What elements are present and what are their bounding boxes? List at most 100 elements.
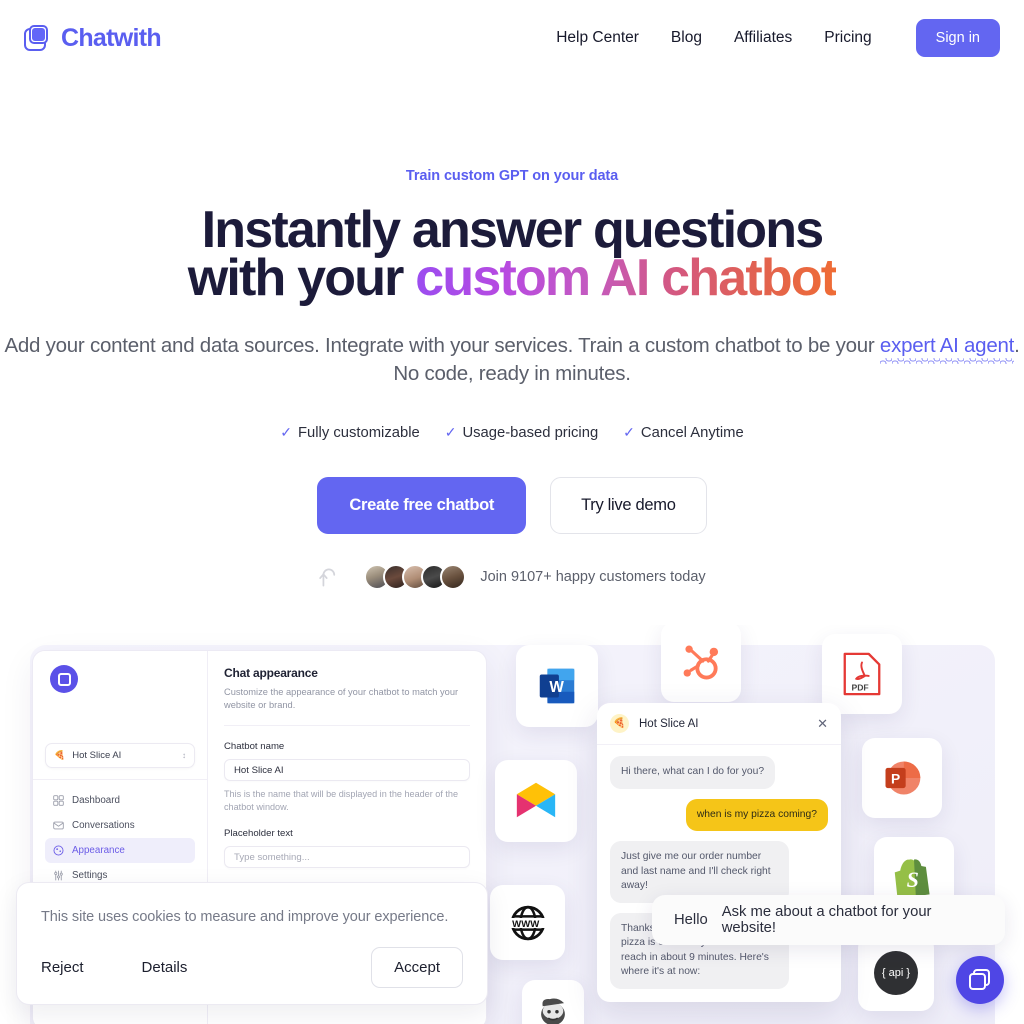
word-integration-tile[interactable]: W	[516, 645, 598, 727]
chatbot-name-help: This is the name that will be displayed …	[224, 789, 459, 812]
chat-launcher-icon[interactable]	[956, 956, 1004, 1004]
close-icon[interactable]: ✕	[817, 717, 828, 730]
chat-widget-title: Hot Slice AI	[639, 717, 699, 730]
grid-icon	[53, 795, 64, 806]
chatbot-name-input[interactable]: Hot Slice AI	[224, 759, 470, 781]
chat-widget-header: 🍕 Hot Slice AI ✕	[597, 703, 841, 745]
cookie-banner: This site uses cookies to measure and im…	[16, 882, 488, 1005]
chatbot-selector[interactable]: 🍕 Hot Slice AI ↕	[45, 743, 195, 768]
check-icon: ✓	[280, 424, 292, 440]
cookie-banner-actions: Reject Details Accept	[41, 947, 463, 988]
greeting-text: Hello	[674, 912, 708, 928]
app-logo-icon	[50, 665, 78, 693]
hero-subtitle: Add your content and data sources. Integ…	[0, 332, 1024, 388]
google-drive-icon	[516, 782, 556, 818]
chatbot-name-label: Chatbot name	[224, 741, 285, 752]
pdf-integration-tile[interactable]: PDF	[822, 634, 902, 714]
cookie-accept-button[interactable]: Accept	[371, 947, 463, 988]
website-integration-tile[interactable]: WWW	[490, 885, 565, 960]
svg-text:WWW: WWW	[512, 919, 540, 930]
sidebar-item-conversations[interactable]: Conversations	[45, 813, 195, 838]
nav-item-affiliates[interactable]: Affiliates	[718, 29, 808, 47]
headline-line-2-plain: with your	[187, 249, 416, 307]
placeholder-text-label: Placeholder text	[224, 828, 293, 839]
feature-label: Cancel Anytime	[640, 424, 744, 441]
pizza-icon: 🍕	[54, 750, 66, 760]
palette-icon	[53, 845, 64, 856]
sidebar-item-label: Dashboard	[72, 795, 120, 806]
chat-message-user: when is my pizza coming?	[685, 798, 828, 831]
chat-message-bot: Just give me our order number and last n…	[610, 841, 789, 903]
sidebar-item-label: Appearance	[72, 845, 125, 856]
subtitle-part-1: Add your content and data sources. Integ…	[4, 334, 880, 357]
powerpoint-icon: P	[885, 761, 921, 795]
chatbot-selector-value: Hot Slice AI	[72, 750, 122, 761]
check-icon: ✓	[444, 424, 457, 440]
feature-item: ✓ Cancel Anytime	[623, 424, 744, 441]
pdf-icon: PDF	[843, 652, 881, 696]
feature-label: Usage-based pricing	[462, 424, 599, 441]
mailchimp-icon	[541, 998, 565, 1024]
greeting-message: Ask me about a chatbot for your website!	[721, 904, 932, 936]
hubspot-icon	[683, 645, 719, 680]
sliders-icon	[54, 870, 63, 881]
chat-avatar-icon: 🍕	[610, 714, 629, 733]
brand-name: Chatwith	[61, 23, 162, 52]
social-proof-text: Join 9107+ happy customers today	[480, 569, 706, 585]
headline-line-2-gradient: custom AI chatbot	[415, 249, 838, 307]
feature-item: ✓ Usage-based pricing	[445, 424, 598, 441]
svg-text:PDF: PDF	[851, 682, 868, 692]
shopify-icon: S	[894, 859, 930, 899]
cookie-banner-text: This site uses cookies to measure and im…	[41, 909, 449, 925]
svg-text:W: W	[549, 679, 564, 696]
landing-page: Chatwith Help Center Blog Affiliates Pri…	[0, 0, 1024, 1024]
feature-item: ✓ Fully customizable	[280, 424, 419, 441]
svg-text:S: S	[907, 867, 919, 892]
divider	[33, 779, 207, 780]
api-icon: { api }	[874, 951, 918, 995]
divider	[224, 725, 470, 726]
create-free-chatbot-button[interactable]: Create free chatbot	[317, 477, 527, 534]
avatar-group	[364, 564, 467, 590]
curved-arrow-up-icon	[319, 568, 336, 587]
page-title: Instantly answer questions with your cus…	[0, 204, 1024, 304]
placeholder-text-input[interactable]: Type something...	[224, 846, 470, 868]
chat-widget-preview: 🍕 Hot Slice AI ✕ Hi there, what can I do…	[597, 703, 841, 1002]
mailchimp-integration-tile[interactable]	[522, 980, 584, 1024]
inbox-icon	[53, 821, 64, 830]
cookie-reject-button[interactable]: Reject	[41, 959, 84, 976]
feature-label: Fully customizable	[298, 424, 420, 441]
try-live-demo-button[interactable]: Try live demo	[550, 477, 707, 534]
site-header: Chatwith Help Center Blog Affiliates Pri…	[0, 0, 1024, 76]
expert-ai-agent-link[interactable]: expert AI agent	[880, 334, 1014, 359]
cookie-details-button[interactable]: Details	[142, 959, 188, 976]
panel-description: Customize the appearance of your chatbot…	[224, 687, 459, 710]
chat-message-bot: Hi there, what can I do for you?	[610, 756, 776, 789]
hubspot-integration-tile[interactable]	[661, 625, 741, 702]
hero-section: Train custom GPT on your data Instantly …	[0, 76, 1024, 590]
sidebar-item-label: Settings	[72, 870, 108, 881]
nav-item-pricing[interactable]: Pricing	[808, 29, 887, 47]
sidebar-item-dashboard[interactable]: Dashboard	[45, 788, 195, 813]
chat-greeting-bubble[interactable]: Hello Ask me about a chatbot for your we…	[652, 895, 1005, 945]
sign-in-button[interactable]: Sign in	[915, 19, 1000, 57]
nav-item-help-center[interactable]: Help Center	[540, 29, 655, 47]
brand-logo[interactable]: Chatwith	[24, 23, 162, 53]
hero-eyebrow: Train custom GPT on your data	[405, 168, 619, 184]
chatwith-square-logo-icon	[24, 25, 50, 51]
avatar	[440, 564, 467, 590]
svg-text:P: P	[891, 772, 900, 787]
word-icon: W	[539, 668, 575, 704]
powerpoint-integration-tile[interactable]: P	[862, 738, 942, 818]
social-proof: Join 9107+ happy customers today	[0, 564, 1024, 590]
api-integration-tile[interactable]: { api }	[858, 935, 934, 1011]
panel-title: Chat appearance	[224, 666, 318, 680]
cta-group: Create free chatbot Try live demo	[0, 477, 1024, 534]
nav-item-blog[interactable]: Blog	[655, 29, 718, 47]
sidebar-item-appearance[interactable]: Appearance	[45, 838, 195, 863]
chevron-updown-icon: ↕	[182, 750, 186, 760]
google-drive-integration-tile[interactable]	[495, 760, 577, 842]
main-nav: Help Center Blog Affiliates Pricing Sign…	[540, 19, 1000, 57]
feature-list: ✓ Fully customizable ✓ Usage-based prici…	[0, 424, 1024, 441]
check-icon: ✓	[623, 424, 635, 440]
